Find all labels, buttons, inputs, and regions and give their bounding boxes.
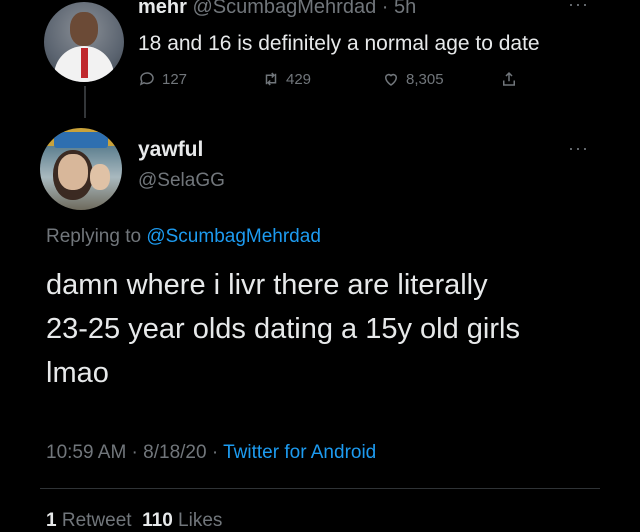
parent-header: mehr @ScumbagMehrdad · 5h — [138, 0, 416, 19]
like-icon — [384, 73, 398, 86]
avatar-poster-logo — [54, 132, 108, 148]
retweet-icon — [265, 72, 277, 86]
parent-action-bar: 127 429 8,305 — [138, 70, 538, 96]
reply-button[interactable]: 127 — [138, 70, 187, 88]
tweet-line: 23-25 year olds dating a 15y old girls — [46, 313, 520, 345]
reply-icon — [139, 72, 154, 86]
retweet-button[interactable]: 429 — [262, 70, 311, 88]
parent-avatar[interactable] — [44, 2, 124, 82]
retweet-count: 429 — [286, 70, 312, 88]
share-icon — [503, 71, 515, 86]
replying-handle-link[interactable]: @ScumbagMehrdad — [146, 226, 321, 247]
reply-avatar[interactable] — [40, 128, 122, 210]
reply-tweet-text: damn where i livr there are literally 23… — [46, 263, 606, 395]
like-button[interactable]: 8,305 — [382, 70, 444, 88]
reply-more-icon[interactable]: ··· — [568, 138, 589, 159]
divider — [40, 488, 600, 489]
share-button[interactable] — [500, 70, 518, 88]
thread-line — [84, 86, 86, 118]
avatar-face-second — [90, 164, 110, 190]
footer-sep: · — [206, 442, 224, 463]
avatar-face — [58, 154, 88, 190]
parent-time[interactable]: 5h — [394, 0, 416, 18]
tweet-line: damn where i livr there are literally — [46, 269, 488, 301]
tweet-client-link[interactable]: Twitter for Android — [223, 442, 376, 463]
parent-more-icon[interactable]: ··· — [568, 0, 589, 15]
reply-handle[interactable]: @SelaGG — [138, 170, 225, 192]
tweet-line: lmao — [46, 357, 109, 389]
engagement-counts: 1 Retweet 110 Likes — [46, 510, 222, 532]
parent-display-name[interactable]: mehr — [138, 0, 187, 18]
avatar-face — [70, 12, 98, 46]
avatar-tie — [81, 48, 88, 78]
like-count: 8,305 — [406, 70, 444, 88]
footer-sep: · — [126, 442, 144, 463]
reply-count: 127 — [162, 70, 188, 88]
parent-tweet-text: 18 and 16 is definitely a normal age to … — [138, 32, 540, 55]
replying-to: Replying to @ScumbagMehrdad — [46, 226, 321, 248]
tweet-timestamp-row: 10:59 AM · 8/18/20 · Twitter for Android — [46, 442, 376, 464]
tweet-time[interactable]: 10:59 AM — [46, 442, 126, 463]
parent-handle[interactable]: @ScumbagMehrdad — [192, 0, 376, 18]
tweet-date[interactable]: 8/18/20 — [143, 442, 206, 463]
replying-prefix: Replying to — [46, 226, 147, 247]
reply-display-name[interactable]: yawful — [138, 138, 203, 162]
parent-separator: · — [376, 0, 394, 18]
